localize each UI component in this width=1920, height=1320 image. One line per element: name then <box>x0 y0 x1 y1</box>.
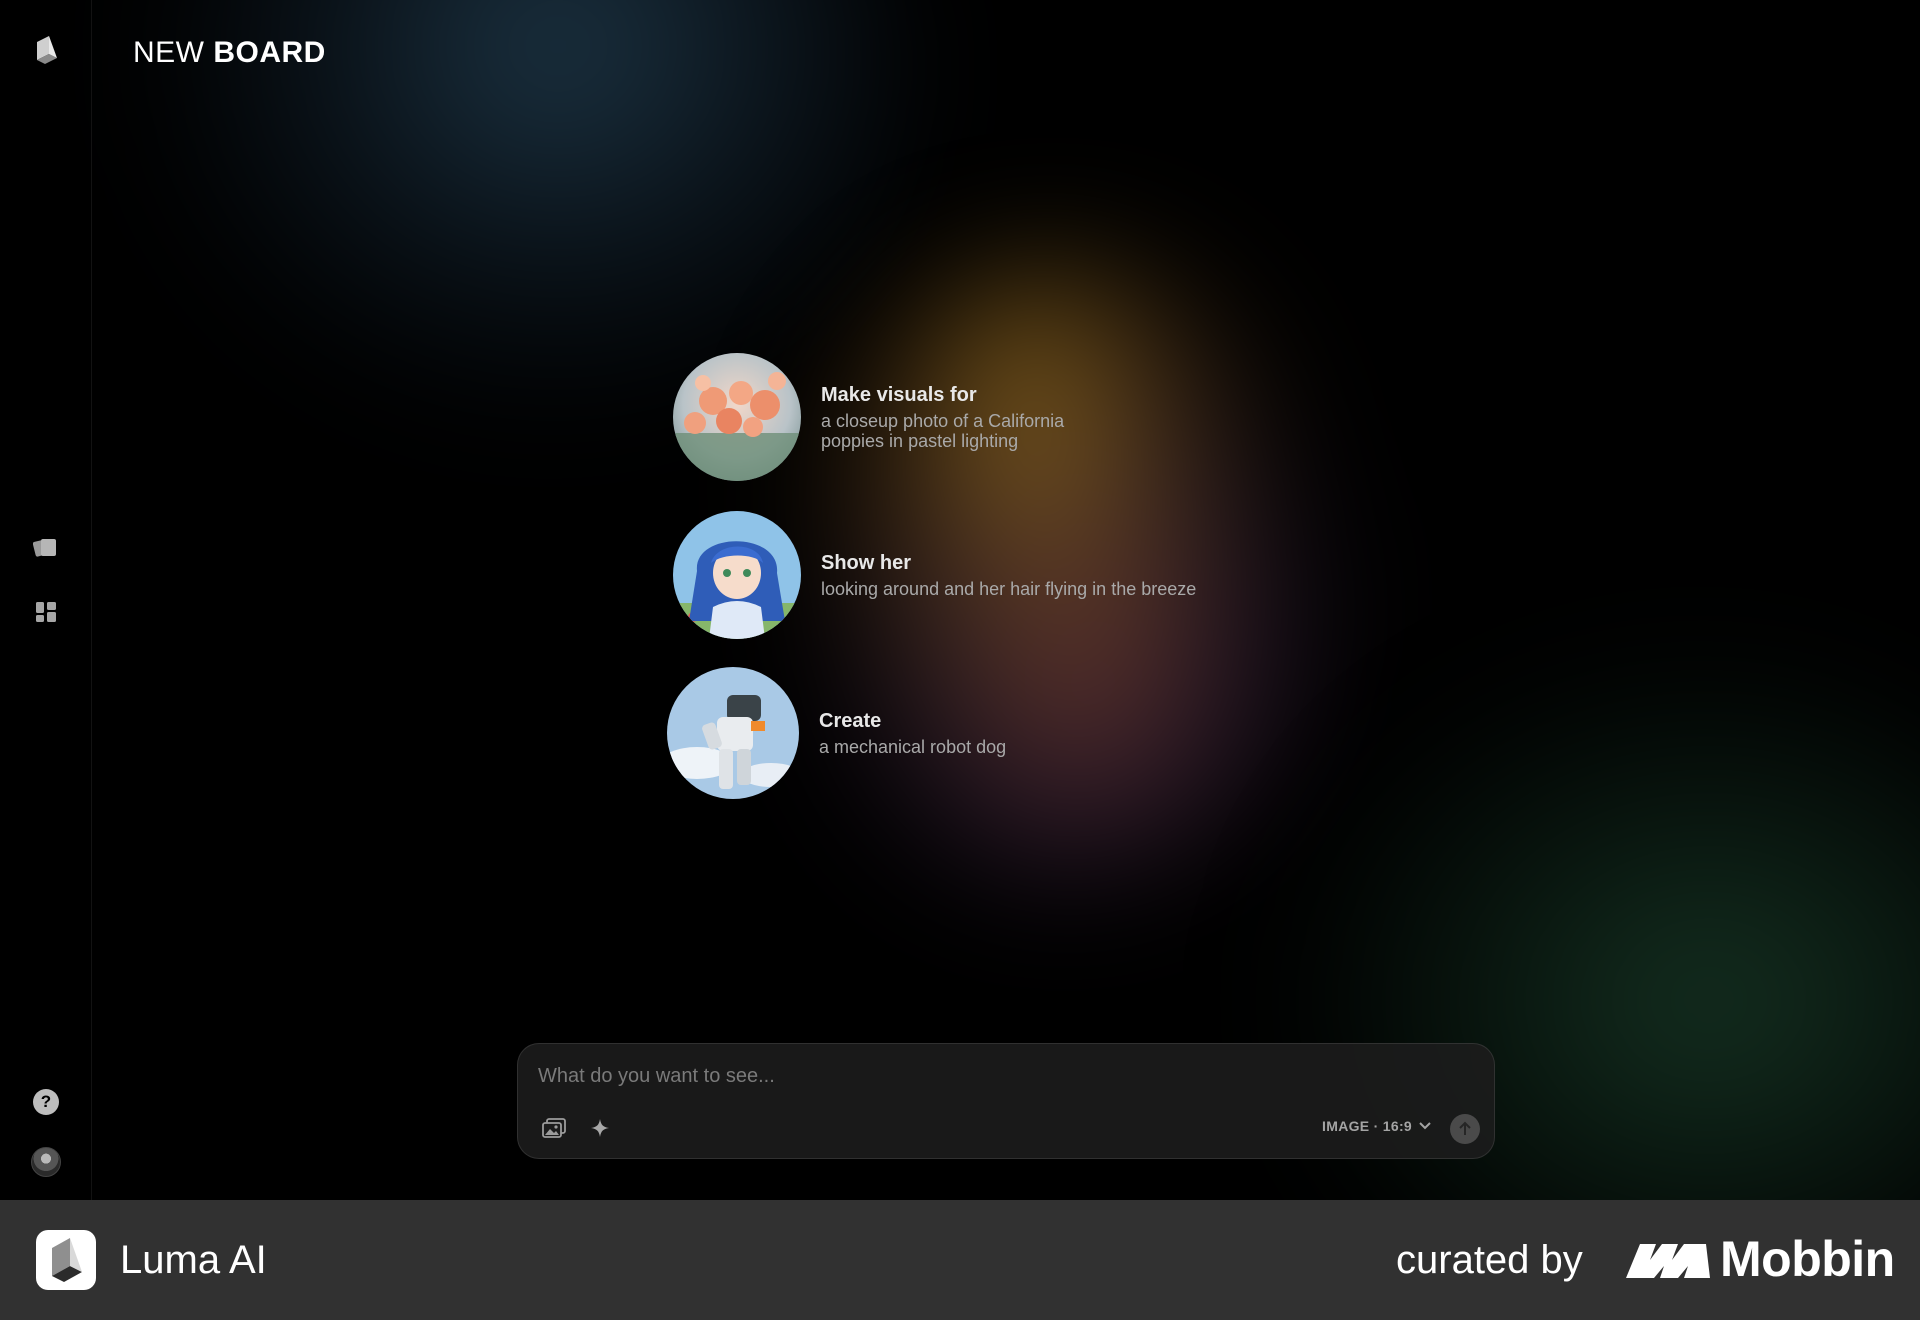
prompt-input[interactable] <box>538 1060 1438 1092</box>
mode-select[interactable]: IMAGE · 16:9 <box>1322 1118 1432 1134</box>
image-upload-icon[interactable] <box>538 1112 570 1144</box>
suggestion-card[interactable]: Make visuals for a closeup photo of a Ca… <box>673 353 1101 481</box>
sidebar: ? <box>0 0 92 1200</box>
page-title[interactable]: NEW BOARD <box>133 36 326 70</box>
grid-icon[interactable] <box>30 596 62 628</box>
help-icon[interactable]: ? <box>30 1086 62 1118</box>
suggestion-text: Make visuals for a closeup photo of a Ca… <box>821 384 1101 451</box>
suggestion-text: Create a mechanical robot dog <box>819 710 1006 757</box>
robot-image <box>667 667 799 799</box>
suggestion-text: Show her looking around and her hair fly… <box>821 552 1196 599</box>
mode-label: IMAGE · 16:9 <box>1322 1118 1412 1134</box>
page-title-light: NEW <box>133 36 205 69</box>
suggestion-card[interactable]: Show her looking around and her hair fly… <box>673 511 1196 639</box>
suggestion-title: Make visuals for <box>821 383 977 406</box>
suggestion-card[interactable]: Create a mechanical robot dog <box>667 667 1006 799</box>
poppies-image <box>673 353 801 481</box>
anime-girl-image <box>673 511 801 639</box>
arrow-up-icon <box>1459 1121 1471 1135</box>
footer-band: Luma AI curated by Mobbin <box>0 1200 1920 1320</box>
page-title-bold: BOARD <box>213 36 326 69</box>
suggestion-description: a mechanical robot dog <box>819 736 1007 757</box>
mobbin-logo-icon <box>1626 1240 1710 1285</box>
boards-icon[interactable] <box>30 532 62 564</box>
luma-app-logo-icon <box>36 1230 96 1290</box>
send-button[interactable] <box>1450 1114 1480 1144</box>
chevron-down-icon <box>1419 1122 1431 1130</box>
prompt-box: IMAGE · 16:9 <box>517 1043 1495 1159</box>
footer-brand: Luma AI <box>120 1238 267 1282</box>
suggestion-title: Show her <box>821 551 912 574</box>
avatar[interactable] <box>30 1146 62 1178</box>
curated-by-label: curated by <box>1396 1238 1583 1282</box>
avatar-image <box>31 1147 61 1177</box>
help-glyph: ? <box>33 1089 59 1115</box>
luma-logo-icon[interactable] <box>30 34 62 66</box>
suggestion-title: Create <box>819 709 882 732</box>
app-canvas: ? NEW BOARD Make visuals for a closeup p… <box>0 0 1920 1200</box>
curator-name: Mobbin <box>1720 1231 1895 1287</box>
sparkle-icon[interactable] <box>584 1112 616 1144</box>
suggestion-description: a closeup photo of a California poppies … <box>821 410 1065 451</box>
suggestion-description: looking around and her hair flying in th… <box>821 578 1197 599</box>
